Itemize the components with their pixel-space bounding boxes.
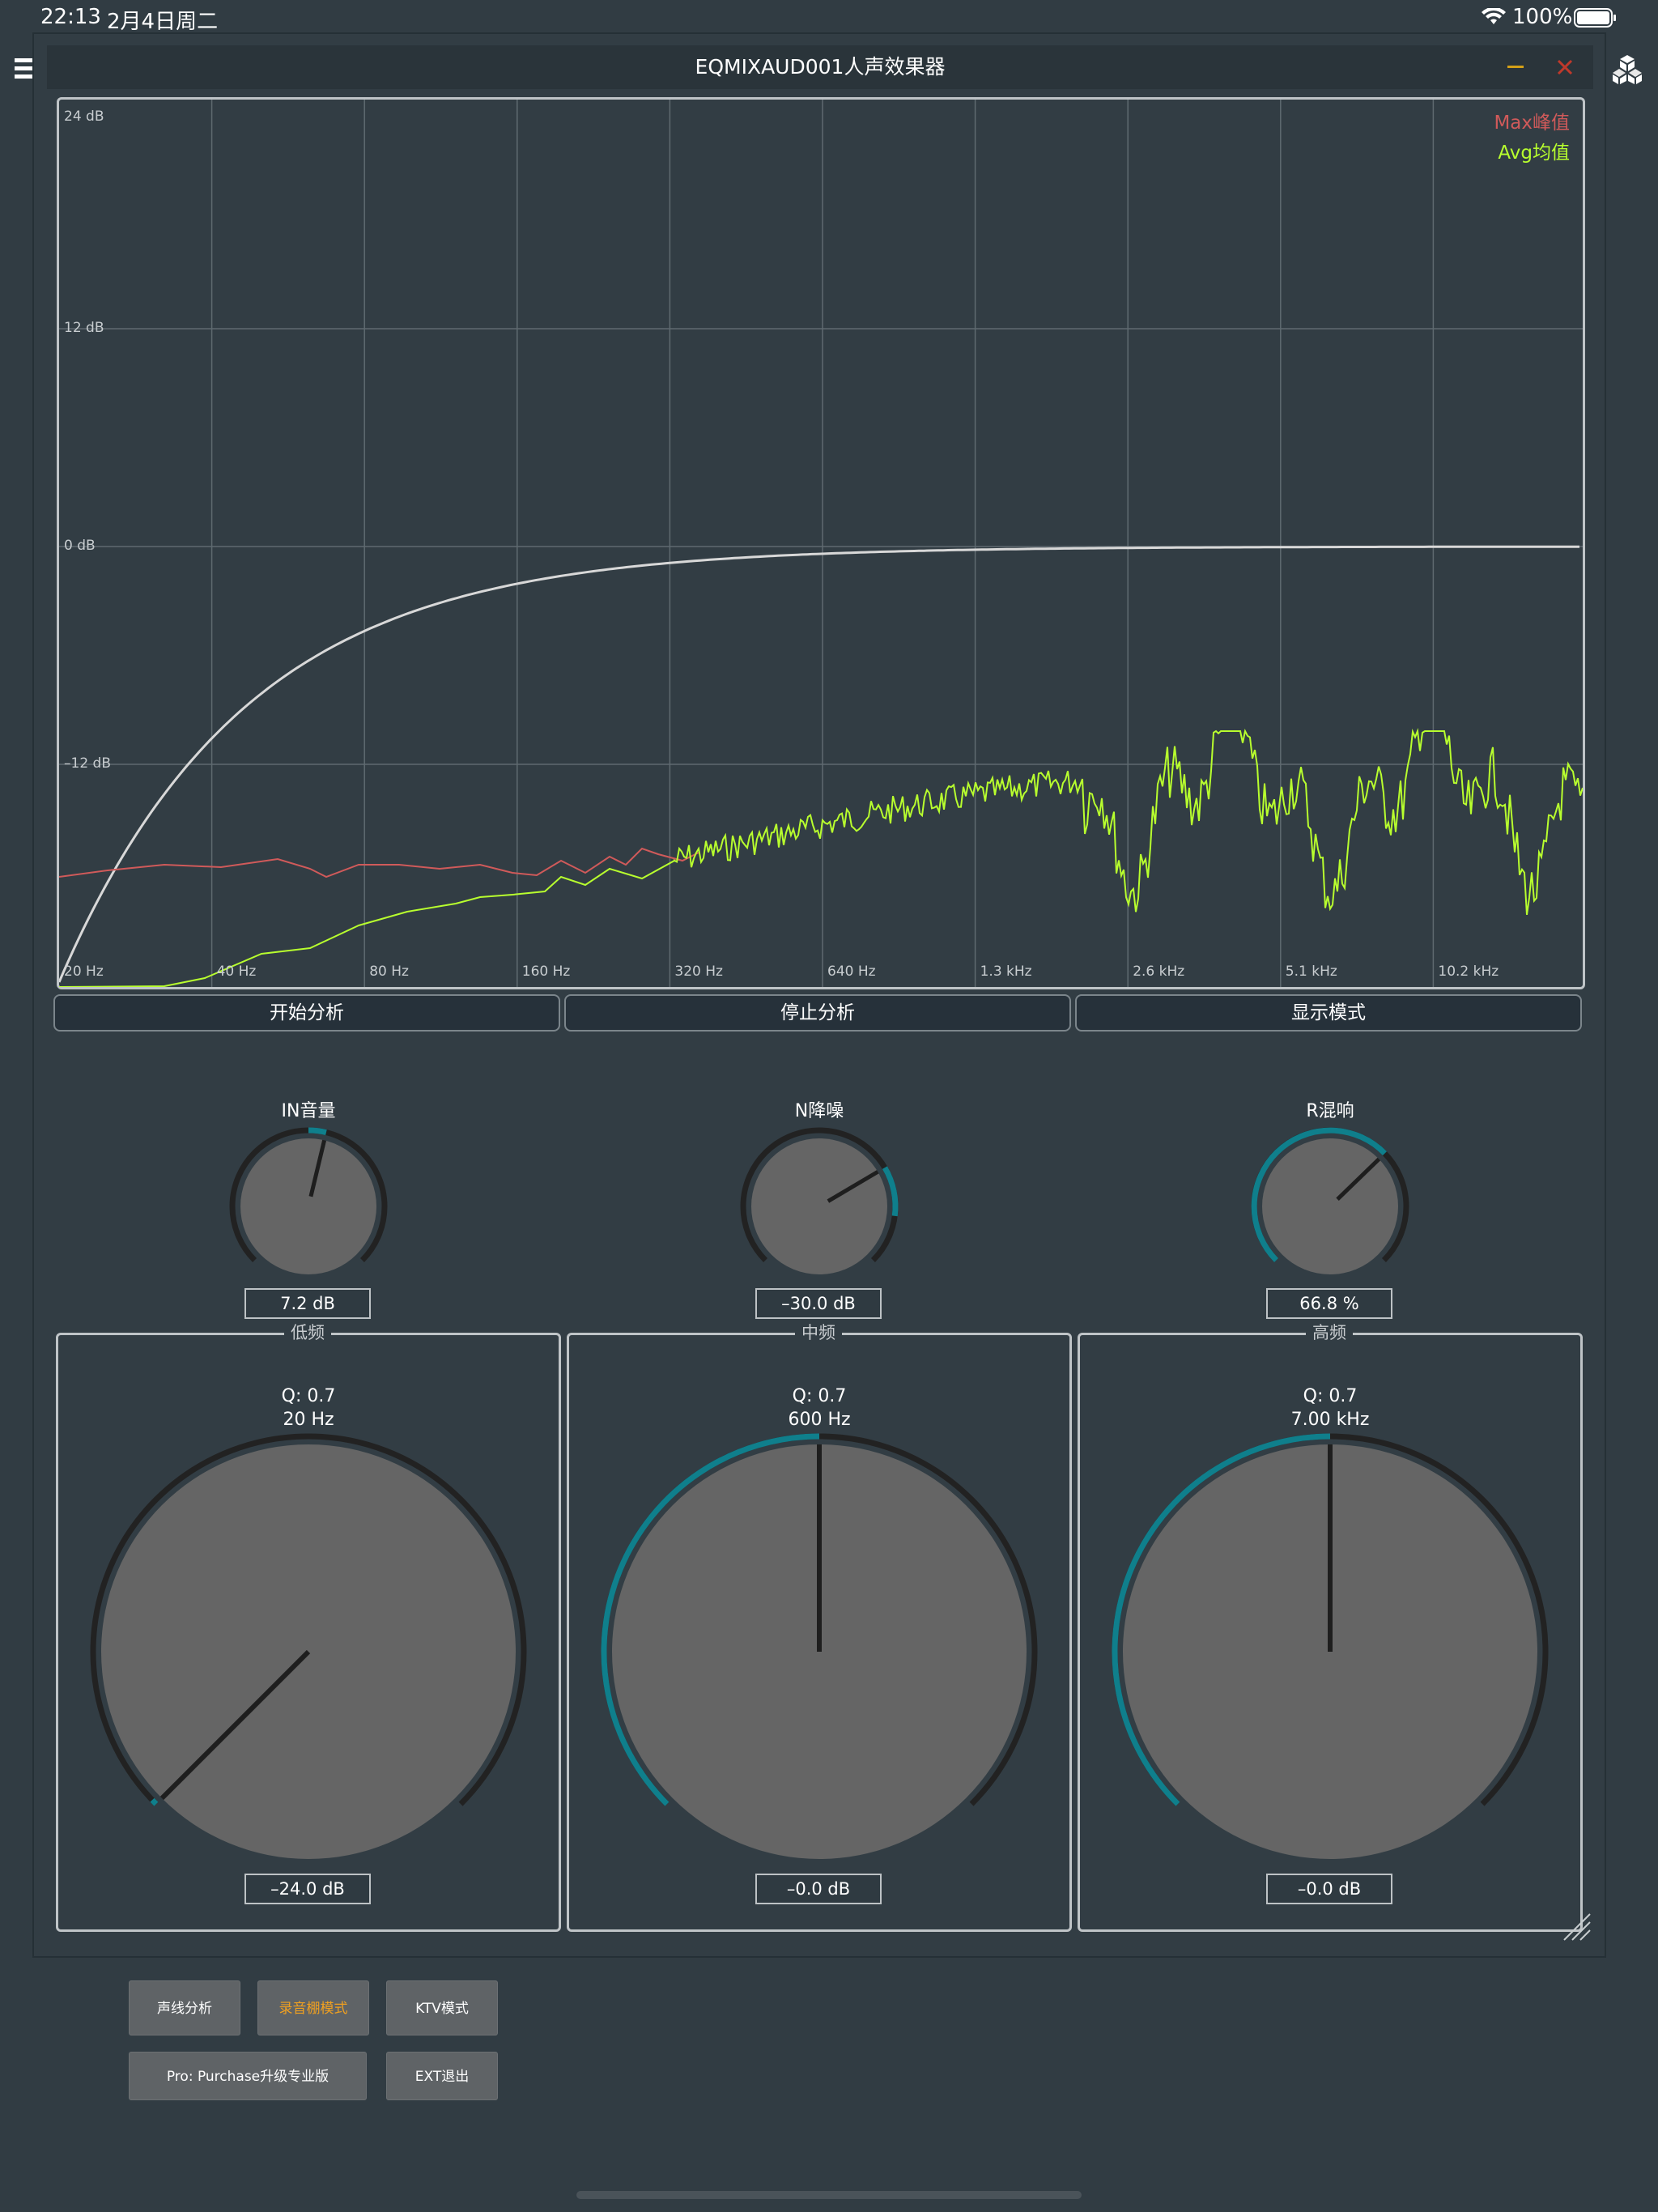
noise-reduction-value[interactable]: –30.0 dB (755, 1288, 882, 1319)
battery-icon (1574, 8, 1616, 28)
display-mode-button[interactable]: 显示模式 (1075, 994, 1582, 1032)
exit-button[interactable]: EXT退出 (386, 2052, 498, 2100)
db-tick-label: 12 dB (64, 320, 104, 336)
low-band-q: Q: 0.7 (281, 1386, 336, 1406)
knob-value-arc (150, 1797, 159, 1806)
spectrum-plot: 24 dB 12 dB 0 dB –12 dB 20 Hz 40 Hz 80 Hz 160 … (59, 100, 1583, 987)
db-tick-label: 24 dB (64, 108, 104, 125)
freq-tick-label: 40 Hz (217, 963, 257, 980)
freq-tick-label: 320 Hz (674, 963, 723, 980)
avg-curve (59, 728, 1583, 987)
studio-mode-button[interactable]: 录音棚模式 (257, 1980, 369, 2035)
in-volume-label: IN音量 (281, 1101, 336, 1121)
legend-max: Max峰值 (1494, 113, 1570, 134)
reverb-label: R混响 (1306, 1101, 1354, 1121)
stop-analysis-button[interactable]: 停止分析 (564, 994, 1071, 1032)
high-band-gain-knob[interactable] (1103, 1433, 1557, 1887)
resize-handle-icon[interactable] (1561, 1911, 1593, 1943)
db-tick-label: –12 dB (64, 755, 111, 772)
status-time: 22:13 (40, 5, 101, 29)
reverb-value[interactable]: 66.8 % (1266, 1288, 1392, 1319)
freq-tick-label: 5.1 kHz (1286, 963, 1337, 980)
freq-tick-label: 80 Hz (369, 963, 409, 980)
db-tick-label: 0 dB (64, 538, 96, 554)
low-band-frequency: 20 Hz (283, 1410, 334, 1430)
in-volume-value[interactable]: 7.2 dB (244, 1288, 371, 1319)
low-band-gain-knob[interactable] (82, 1433, 535, 1887)
low-band-title: 低频 (284, 1320, 331, 1344)
ktv-mode-button[interactable]: KTV模式 (386, 1980, 498, 2035)
mid-band-gain-knob[interactable] (593, 1433, 1046, 1887)
window-title: EQMIXAUD001人声效果器 (695, 55, 946, 79)
high-band-frequency: 7.00 kHz (1290, 1410, 1370, 1430)
freq-tick-label: 2.6 kHz (1133, 963, 1184, 980)
mid-band-title: 中频 (795, 1320, 842, 1344)
wifi-icon (1482, 8, 1506, 24)
high-band-q: Q: 0.7 (1303, 1386, 1358, 1406)
low-band-gain-value[interactable]: –24.0 dB (244, 1874, 371, 1904)
legend-avg: Avg均值 (1498, 143, 1570, 164)
mid-band-frequency: 600 Hz (788, 1410, 851, 1430)
close-icon[interactable] (1556, 58, 1574, 76)
mid-band-q: Q: 0.7 (792, 1386, 847, 1406)
in-volume-knob[interactable] (227, 1125, 389, 1287)
voice-analysis-button[interactable]: 声线分析 (129, 1980, 240, 2035)
knob-face (240, 1138, 376, 1274)
status-date: 2月4日周二 (107, 10, 219, 34)
freq-tick-label: 10.2 kHz (1438, 963, 1499, 980)
menu-icon[interactable] (15, 57, 32, 81)
purchase-pro-button[interactable]: Pro: Purchase升级专业版 (129, 2052, 367, 2100)
high-band-title: 高频 (1306, 1320, 1353, 1344)
reverb-knob[interactable] (1249, 1125, 1411, 1287)
spectrum-grid (59, 100, 1583, 987)
freq-tick-label: 160 Hz (522, 963, 571, 980)
home-indicator[interactable] (576, 2191, 1082, 2199)
high-band-gain-value[interactable]: –0.0 dB (1266, 1874, 1392, 1904)
freq-tick-label: 1.3 kHz (980, 963, 1032, 980)
minimize-icon[interactable] (1506, 60, 1525, 73)
freq-tick-label: 20 Hz (64, 963, 104, 980)
knob-value-arc (308, 1127, 327, 1136)
mid-band-gain-value[interactable]: –0.0 dB (755, 1874, 882, 1904)
battery-percentage: 100% (1512, 5, 1573, 29)
cubes-icon[interactable] (1611, 53, 1643, 86)
knob-face (751, 1138, 887, 1274)
start-analysis-button[interactable]: 开始分析 (53, 994, 560, 1032)
noise-reduction-label: N降噪 (794, 1101, 844, 1121)
noise-reduction-knob[interactable] (738, 1125, 900, 1287)
freq-tick-label: 640 Hz (827, 963, 876, 980)
